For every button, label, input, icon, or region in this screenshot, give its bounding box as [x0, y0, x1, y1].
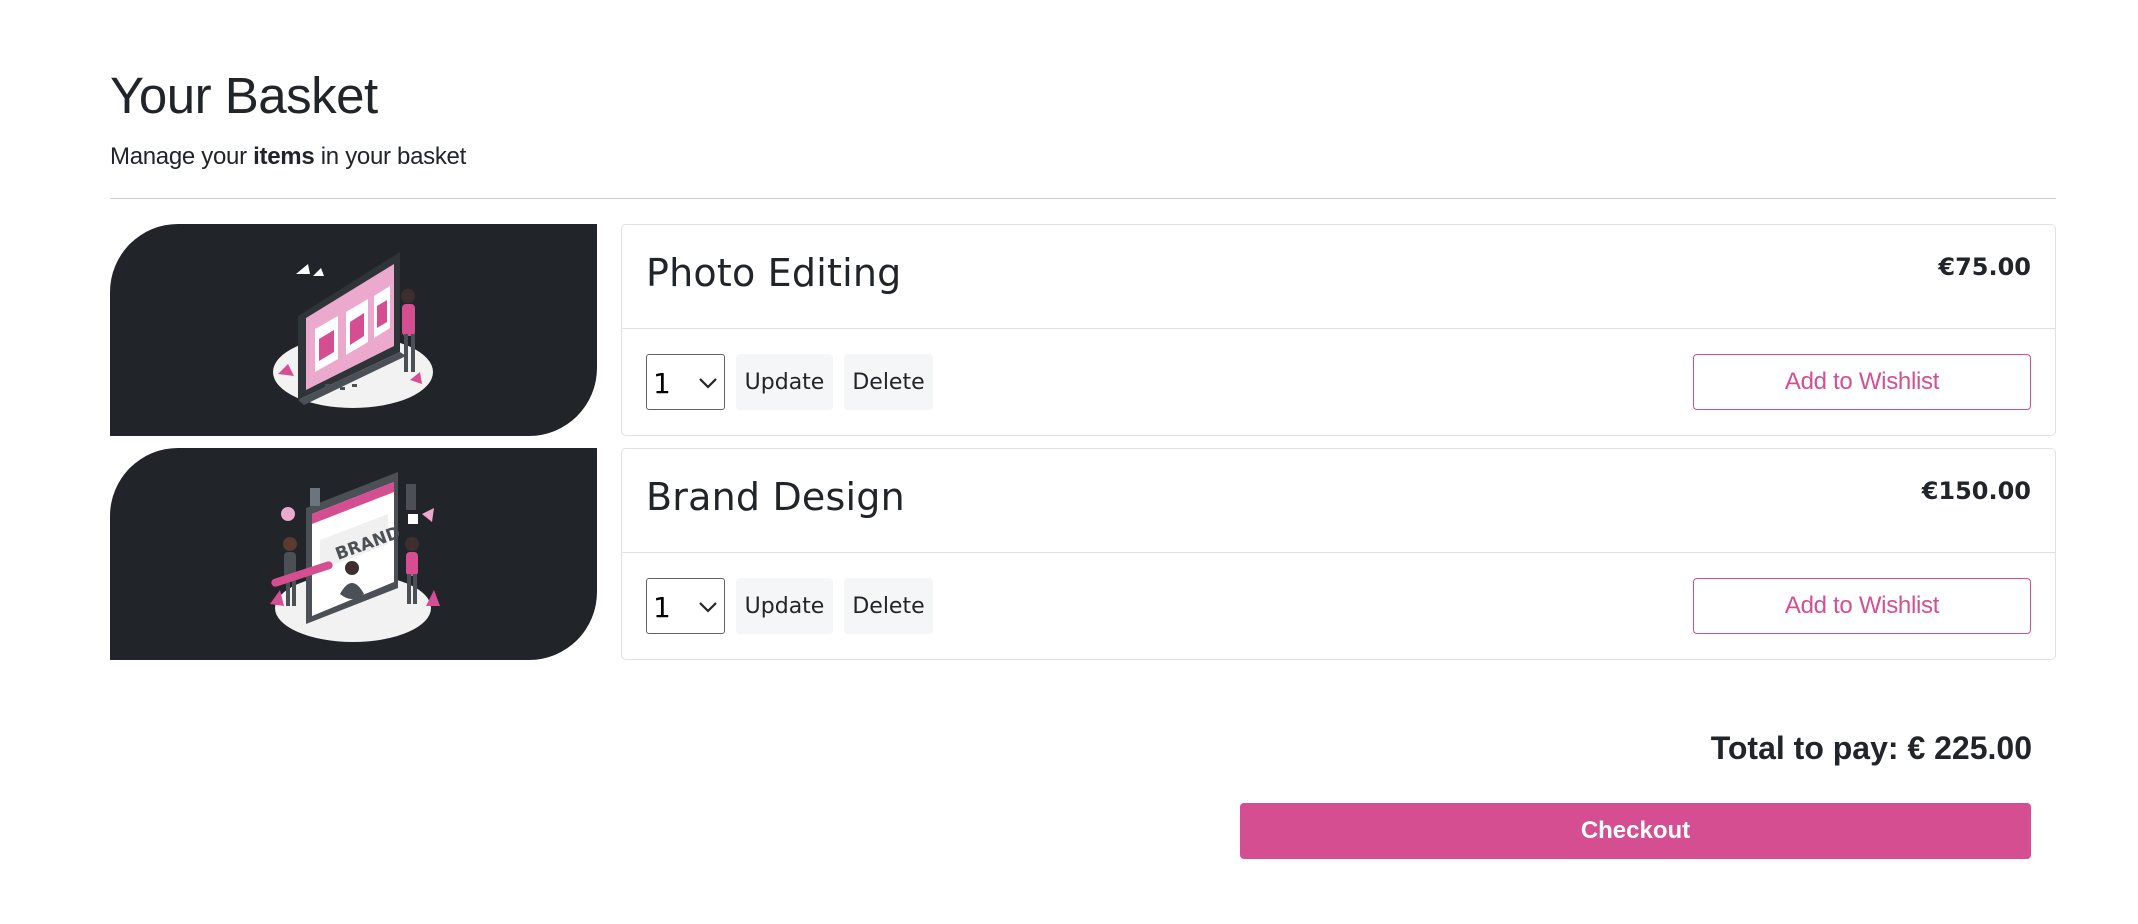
chevron-down-icon [698, 597, 718, 622]
item-card-header: Brand Design €150.00 [622, 449, 2055, 553]
delete-button[interactable]: Delete [844, 354, 933, 410]
basket-item-brand-design: BRAND Brand Design €150.00 1 Update Dele… [110, 448, 2056, 660]
item-price: €150.00 [1921, 477, 2031, 505]
basket-item-photo-editing: Photo Editing €75.00 1 Update Delete Add… [110, 224, 2056, 436]
quantity-value: 1 [653, 367, 671, 400]
quantity-select[interactable]: 1 [646, 578, 725, 634]
update-button[interactable]: Update [736, 578, 833, 634]
item-card-header: Photo Editing €75.00 [622, 225, 2055, 329]
subtitle-text-end: in your basket [320, 143, 467, 170]
page-title: Your Basket [110, 67, 378, 124]
update-button[interactable]: Update [736, 354, 833, 410]
page-subtitle: Manage your items in your basket [110, 143, 466, 171]
subtitle-emphasis: items [253, 143, 315, 170]
checkout-button[interactable]: Checkout [1240, 803, 2031, 859]
item-card: Photo Editing €75.00 1 Update Delete Add… [621, 224, 2056, 436]
item-name: Photo Editing [646, 251, 902, 295]
header-divider [110, 198, 2056, 199]
item-card: Brand Design €150.00 1 Update Delete Add… [621, 448, 2056, 660]
delete-button[interactable]: Delete [844, 578, 933, 634]
item-price: €75.00 [1938, 253, 2031, 281]
subtitle-text-start: Manage your [110, 143, 247, 170]
photo-editing-illustration [110, 224, 597, 436]
chevron-down-icon [698, 373, 718, 398]
quantity-value: 1 [653, 591, 671, 624]
quantity-select[interactable]: 1 [646, 354, 725, 410]
item-name: Brand Design [646, 475, 905, 519]
total-to-pay: Total to pay: € 225.00 [1710, 730, 2032, 766]
brand-design-illustration: BRAND [110, 448, 597, 660]
add-to-wishlist-button[interactable]: Add to Wishlist [1693, 578, 2031, 634]
add-to-wishlist-button[interactable]: Add to Wishlist [1693, 354, 2031, 410]
